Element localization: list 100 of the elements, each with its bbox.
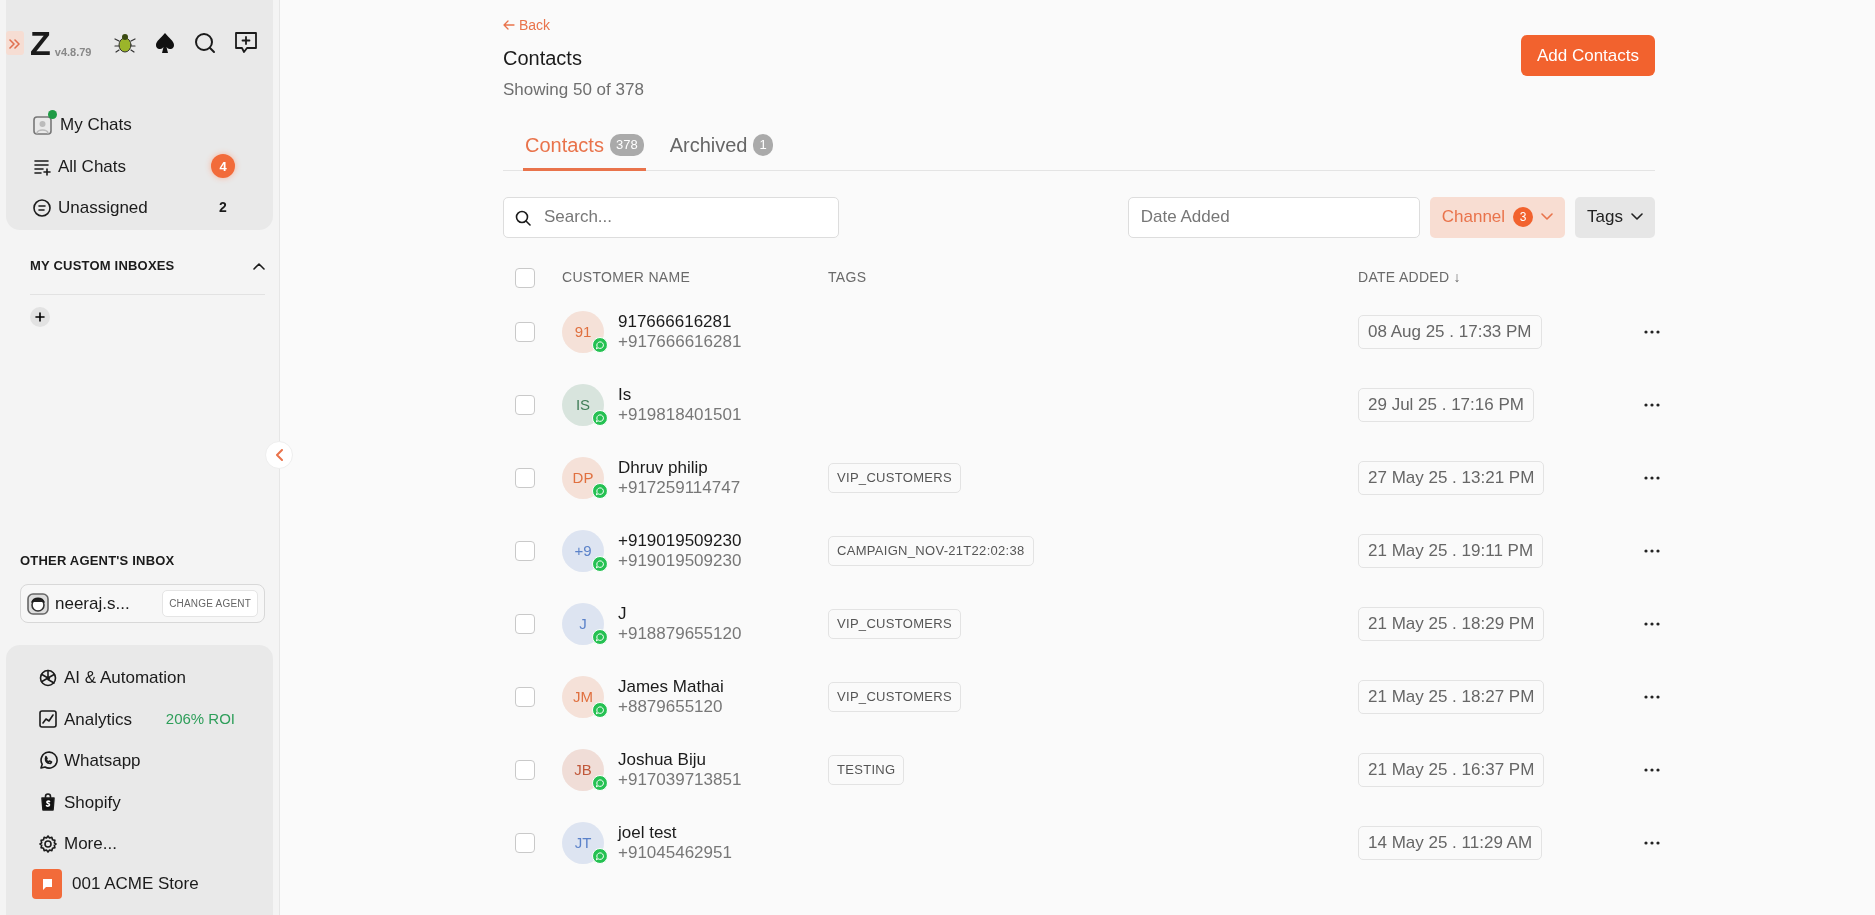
contact-name: Joshua Biju: [618, 749, 707, 770]
app-item[interactable]: More...: [6, 823, 273, 865]
agent-name: neeraj.s...: [55, 592, 130, 615]
add-inbox-button[interactable]: [30, 306, 50, 327]
plus-icon: [35, 311, 45, 322]
tag-label: VIP_CUSTOMERS: [828, 682, 961, 712]
contact-name: +919019509230: [618, 530, 742, 551]
agent-selector[interactable]: neeraj.s... CHANGE AGENT: [20, 584, 265, 623]
tag-label: CAMPAIGN_NOV-21T22:02:38: [828, 536, 1034, 566]
gear-icon: [38, 833, 58, 854]
phone-number: +919019509230: [618, 551, 742, 572]
date-field[interactable]: Date Added: [1127, 196, 1420, 238]
more-icon: [1644, 622, 1660, 626]
phone-bubble-icon: [38, 750, 58, 771]
collapse-toggle[interactable]: [253, 261, 265, 270]
date-added: 08 Aug 25 . 17:33 PM: [1358, 315, 1542, 349]
more-icon: [1644, 841, 1660, 845]
search-icon: [193, 31, 217, 55]
app-item[interactable]: AI & Automation: [6, 657, 273, 699]
column-header: DATE ADDED ↓: [1358, 268, 1461, 287]
date-added: 29 Jul 25 . 17:16 PM: [1358, 388, 1534, 422]
more-icon: [1644, 768, 1660, 772]
store-name[interactable]: 001 ACME Store: [72, 870, 199, 897]
more-icon: [1644, 695, 1660, 699]
tab[interactable]: Archived 1: [667, 124, 775, 171]
date-added: 21 May 25 . 19:11 PM: [1358, 534, 1544, 568]
chat-bubble-icon: [592, 701, 608, 718]
chat-bubble-icon: [592, 774, 608, 791]
phone-number: +917666616281: [618, 332, 742, 353]
chat-bubble-icon: [592, 628, 608, 645]
date-added: 27 May 25 . 13:21 PM: [1358, 461, 1545, 495]
chat-bubble-icon: [592, 555, 608, 572]
more-icon: [1644, 549, 1660, 553]
date-added: 21 May 25 . 18:27 PM: [1358, 680, 1545, 714]
count-badge: 4: [211, 154, 235, 179]
row-checkbox[interactable]: [515, 760, 535, 780]
contact-name: Is: [618, 384, 633, 405]
row-checkbox[interactable]: [515, 687, 535, 707]
nav-item[interactable]: All Chats 4: [6, 145, 259, 187]
version-label: v4.8.79: [54, 44, 92, 60]
contact-name: Dhruv philip: [618, 457, 709, 478]
tag-label: TESTING: [828, 755, 905, 785]
chat-bubble-icon: [592, 847, 608, 864]
row-checkbox[interactable]: [515, 468, 535, 488]
chevron-up-icon: [253, 261, 265, 270]
contact-name: 917666616281: [618, 311, 733, 332]
collapse-sidebar-button[interactable]: [265, 441, 293, 469]
date-added: 14 May 25 . 11:29 AM: [1358, 826, 1543, 860]
bug-icon: [113, 31, 137, 55]
phone-number: +91045462951: [618, 843, 732, 864]
phone-number: +8879655120: [618, 697, 724, 718]
select-all-checkbox[interactable]: [515, 267, 535, 288]
column-header: TAGS: [828, 268, 867, 287]
arrow-left-icon: [503, 20, 515, 30]
chevron-left-icon: [275, 449, 283, 461]
row-checkbox[interactable]: [515, 395, 535, 415]
column-header: CUSTOMER NAME: [562, 268, 691, 287]
chevron-down-icon: [1541, 213, 1554, 221]
user-icon: [32, 113, 54, 136]
change-agent-button[interactable]: CHANGE AGENT: [162, 590, 258, 617]
nav-item[interactable]: Unassigned 2: [6, 187, 259, 229]
expand-icon[interactable]: [6, 31, 24, 55]
app-item[interactable]: Whatsapp: [6, 740, 273, 782]
app-item[interactable]: Shopify: [6, 781, 273, 823]
results-count: Showing 50 of 378: [503, 78, 644, 101]
row-checkbox[interactable]: [515, 541, 535, 561]
chevron-down-icon: [1631, 213, 1643, 221]
date-added: 21 May 25 . 18:29 PM: [1358, 607, 1545, 641]
count-label: 2: [218, 198, 228, 218]
nav-item[interactable]: My Chats: [6, 104, 259, 146]
row-checkbox[interactable]: [515, 833, 535, 853]
date-added: 21 May 25 . 16:37 PM: [1358, 753, 1545, 787]
chat-icon: [32, 197, 52, 218]
shopping-bag-icon: [38, 792, 58, 813]
more-icon: [1644, 330, 1660, 334]
chart-icon: [38, 709, 58, 730]
filter-dropdown[interactable]: Tags: [1575, 196, 1655, 238]
tag-label: VIP_CUSTOMERS: [828, 463, 961, 493]
chat-bubble-icon: [592, 409, 608, 426]
section-title: MY CUSTOM INBOXES: [30, 257, 175, 275]
phone-number: +919818401501: [618, 405, 742, 426]
section-title: OTHER AGENT'S INBOX: [20, 551, 176, 570]
search-field[interactable]: Search...: [503, 196, 839, 238]
page-title: Contacts: [503, 45, 583, 71]
logo: Z: [30, 26, 49, 60]
phone-number: +917259114747: [618, 478, 741, 499]
row-checkbox[interactable]: [515, 322, 535, 342]
contact-name: joel test: [618, 822, 678, 843]
compose-icon: [233, 30, 259, 56]
app-item[interactable]: Analytics 206% ROI: [6, 698, 273, 740]
phone-number: +918879655120: [618, 624, 742, 645]
bubble-icon: [40, 876, 54, 891]
avatar-icon: [27, 592, 49, 615]
more-icon: [1644, 476, 1660, 480]
chevrons-icon: [9, 38, 21, 49]
row-checkbox[interactable]: [515, 614, 535, 634]
contact-name: James Mathai: [618, 676, 724, 697]
chat-bubble-icon: [592, 336, 608, 353]
tag-label: VIP_CUSTOMERS: [828, 609, 961, 639]
phone-number: +917039713851: [618, 770, 742, 791]
